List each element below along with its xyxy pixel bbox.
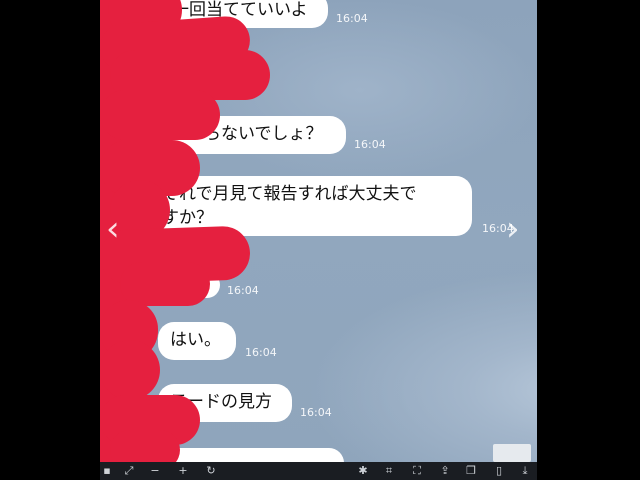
rotate-icon[interactable]: ↻ <box>204 464 218 478</box>
share-icon[interactable]: ⇪ <box>438 464 452 478</box>
grid-icon[interactable]: ▪ <box>100 464 114 478</box>
message-text: 一回当てていいよ <box>172 0 308 20</box>
plus-icon[interactable]: + <box>176 464 190 478</box>
message-bubble: はい。 <box>158 322 236 360</box>
crop-icon[interactable]: ⌗ <box>382 464 396 478</box>
next-arrow-icon[interactable]: › <box>506 212 520 246</box>
prev-arrow-icon[interactable]: ‹ <box>106 212 120 246</box>
message-bubble <box>164 448 344 462</box>
page-indicator <box>493 444 531 462</box>
message-text: はい。 <box>170 330 221 350</box>
expand-icon[interactable]: ⤢ <box>122 464 136 478</box>
message-time: 16:04 <box>245 346 277 359</box>
message-time: 16:04 <box>336 12 368 25</box>
message-time: 16:04 <box>354 138 386 151</box>
message-text-line: それで月見て報告すれば大丈夫で <box>162 184 417 204</box>
minus-icon[interactable]: − <box>148 464 162 478</box>
fit-icon[interactable]: ⛶ <box>410 464 424 478</box>
message-time: 16:04 <box>300 406 332 419</box>
viewer-toolbar: ▪ ⤢ − + ↻ ✱ ⌗ ⛶ ⇪ ❐ ▯ ⤓ <box>100 462 537 480</box>
bookmark-icon[interactable]: ▯ <box>492 464 506 478</box>
message-time: 16:04 <box>227 284 259 297</box>
download-icon[interactable]: ⤓ <box>518 464 532 478</box>
chat-view: 一回当てていいよ 16:04 わからないでしょ？ 16:04 それで月見て報告す… <box>100 0 537 462</box>
magic-icon[interactable]: ✱ <box>356 464 370 478</box>
copy-icon[interactable]: ❐ <box>464 464 478 478</box>
